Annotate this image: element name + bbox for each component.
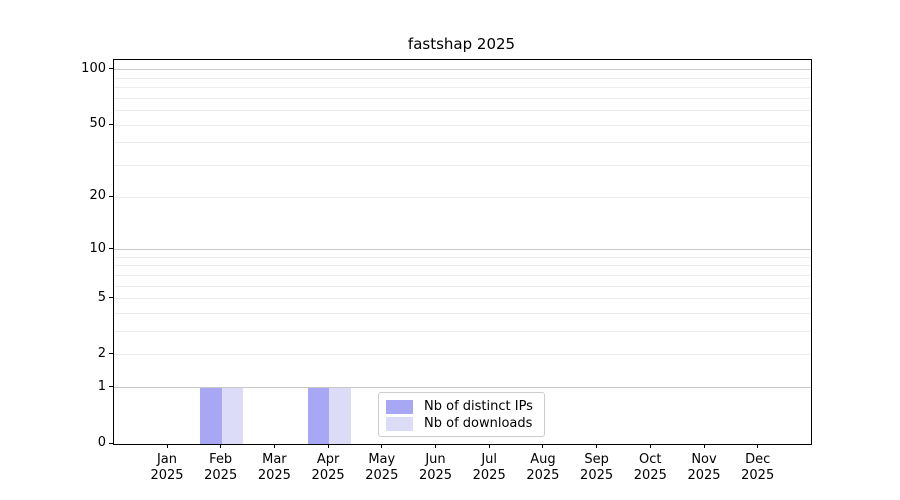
minor-gridline — [114, 98, 811, 99]
x-tick-mark — [704, 444, 705, 448]
x-tick-mark — [220, 444, 221, 448]
minor-gridline — [114, 87, 811, 88]
legend-swatch-downloads — [386, 417, 413, 431]
minor-gridline — [114, 275, 811, 276]
plot-area — [113, 59, 812, 445]
y-tick-mark — [109, 443, 113, 444]
y-tick-label: 20 — [46, 188, 106, 204]
bar-distinct-ips — [200, 388, 222, 444]
y-tick-mark — [109, 248, 113, 249]
x-tick-mark — [489, 444, 490, 448]
y-tick-mark — [109, 68, 113, 69]
y-tick-label: 10 — [46, 241, 106, 257]
chart-title: fastshap 2025 — [113, 34, 810, 54]
legend-swatch-distinct-ips — [386, 400, 413, 414]
y-tick-label: 1 — [46, 379, 106, 395]
y-tick-label: 100 — [46, 61, 106, 77]
y-tick-label: 2 — [46, 346, 106, 362]
x-tick-mark — [274, 444, 275, 448]
x-tick-mark — [167, 444, 168, 448]
bar-downloads — [222, 388, 244, 444]
legend-item-downloads: Nb of downloads — [386, 415, 537, 432]
x-tick-mark — [757, 444, 758, 448]
y-tick-label: 5 — [46, 290, 106, 306]
chart-figure: fastshap 2025 0125102050100 Jan2025Feb20… — [0, 0, 900, 500]
minor-gridline — [114, 354, 811, 355]
minor-gridline — [114, 313, 811, 314]
minor-gridline — [114, 110, 811, 111]
minor-gridline — [114, 165, 811, 166]
major-gridline — [114, 69, 811, 70]
x-tick-mark — [435, 444, 436, 448]
x-tick-label: Dec2025 — [726, 452, 790, 484]
legend: Nb of distinct IPs Nb of downloads — [378, 392, 545, 437]
minor-gridline — [114, 78, 811, 79]
legend-label-distinct-ips: Nb of distinct IPs — [424, 398, 533, 415]
bar-distinct-ips — [308, 388, 330, 444]
minor-gridline — [114, 265, 811, 266]
y-tick-mark — [109, 353, 113, 354]
major-gridline — [114, 249, 811, 250]
minor-gridline — [114, 142, 811, 143]
legend-item-distinct-ips: Nb of distinct IPs — [386, 398, 537, 415]
legend-label-downloads: Nb of downloads — [424, 415, 532, 432]
x-tick-mark — [650, 444, 651, 448]
x-tick-mark — [542, 444, 543, 448]
y-tick-mark — [109, 124, 113, 125]
y-tick-mark — [109, 196, 113, 197]
minor-gridline — [114, 298, 811, 299]
minor-gridline — [114, 257, 811, 258]
minor-gridline — [114, 197, 811, 198]
y-tick-label: 0 — [46, 435, 106, 451]
y-tick-mark — [109, 297, 113, 298]
x-tick-mark — [381, 444, 382, 448]
x-tick-mark — [328, 444, 329, 448]
y-tick-label: 50 — [46, 116, 106, 132]
x-tick-mark — [596, 444, 597, 448]
minor-gridline — [114, 331, 811, 332]
y-tick-mark — [109, 386, 113, 387]
minor-gridline — [114, 125, 811, 126]
minor-gridline — [114, 286, 811, 287]
bar-downloads — [329, 388, 351, 444]
